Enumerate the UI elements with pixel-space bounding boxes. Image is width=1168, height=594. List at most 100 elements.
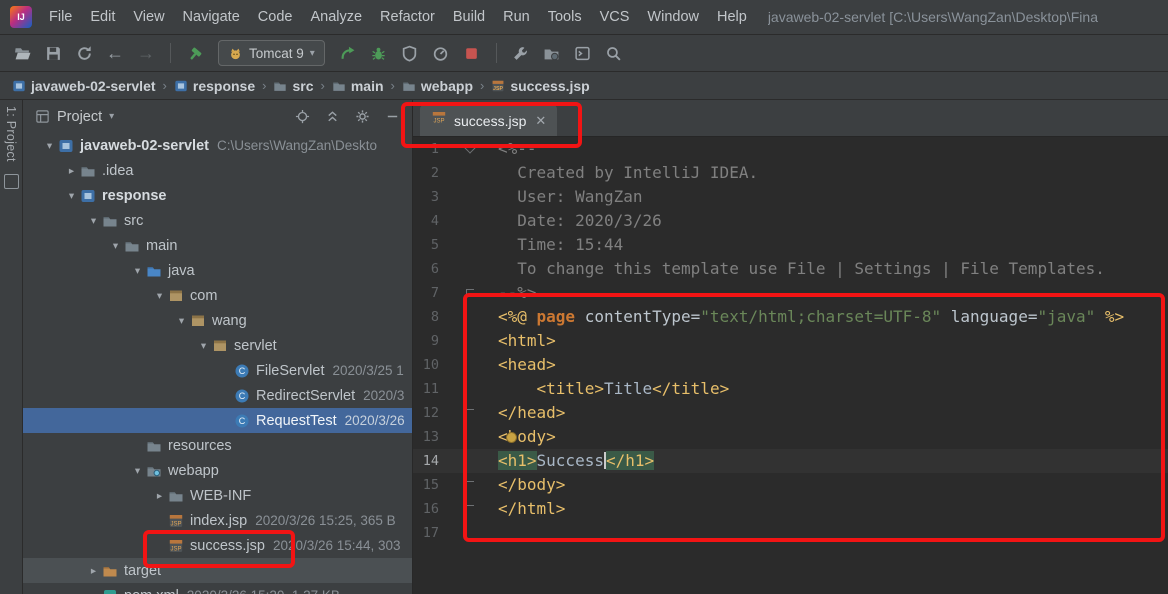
tree-expand-down-icon[interactable]: ▾ (107, 240, 124, 252)
fold-open-icon[interactable] (464, 142, 476, 154)
tree-item-target[interactable]: ▸ target (23, 558, 412, 583)
run-config-select[interactable]: Tomcat 9 ▾ (218, 40, 325, 66)
save-icon[interactable] (41, 41, 65, 65)
coverage-icon[interactable] (398, 41, 422, 65)
menu-item-code[interactable]: Code (249, 6, 302, 28)
stop-icon[interactable] (460, 41, 484, 65)
code-line-16[interactable]: 16 </html> (413, 497, 1168, 521)
code-line-15[interactable]: 15 </body> (413, 473, 1168, 497)
hide-panel-icon[interactable] (385, 109, 400, 124)
tree-expand-down-icon[interactable]: ▾ (151, 290, 168, 302)
breadcrumb-item-webapp[interactable]: webapp (402, 78, 473, 94)
tree-expand-right-icon[interactable]: ▸ (85, 565, 102, 577)
menu-item-file[interactable]: File (40, 6, 81, 28)
breadcrumb-item-success-jsp[interactable]: JSP success.jsp (491, 78, 590, 94)
tree-item-com[interactable]: ▾ com (23, 283, 412, 308)
collapse-all-icon[interactable] (325, 109, 340, 124)
menu-item-build[interactable]: Build (444, 6, 494, 28)
menu-item-navigate[interactable]: Navigate (174, 6, 249, 28)
tab-success-jsp[interactable]: JSP success.jsp ✕ (420, 105, 558, 136)
breadcrumb-item-response[interactable]: response (174, 78, 255, 94)
code-line-5[interactable]: 5 Time: 15:44 (413, 233, 1168, 257)
breadcrumb-item-javaweb-02-servlet[interactable]: javaweb-02-servlet (12, 78, 156, 94)
tree-item-web-inf[interactable]: ▸ WEB-INF (23, 483, 412, 508)
menu-item-vcs[interactable]: VCS (591, 6, 639, 28)
code-line-7[interactable]: 7 --%> (413, 281, 1168, 305)
code-line-10[interactable]: 10 <head> (413, 353, 1168, 377)
tree-item-src[interactable]: ▾ src (23, 208, 412, 233)
code-line-8[interactable]: 8 <%@ page contentType="text/html;charset… (413, 305, 1168, 329)
tree-expand-down-icon[interactable]: ▾ (195, 340, 212, 352)
close-icon[interactable]: ✕ (535, 113, 546, 129)
intention-bulb-icon[interactable] (506, 432, 517, 443)
code-line-14[interactable]: 14 <h1>Success </h1> (413, 449, 1168, 473)
tree-item-index-jsp[interactable]: JSP index.jsp 2020/3/26 15:25, 365 B (23, 508, 412, 533)
terminal-icon[interactable] (571, 41, 595, 65)
tree-expand-down-icon[interactable]: ▾ (63, 190, 80, 202)
tree-item-fileservlet[interactable]: C FileServlet 2020/3/25 1 (23, 358, 412, 383)
menu-item-window[interactable]: Window (638, 6, 708, 28)
debug-icon[interactable] (367, 41, 391, 65)
tree-expand-down-icon[interactable]: ▾ (85, 215, 102, 227)
menu-item-edit[interactable]: Edit (81, 6, 124, 28)
run-icon[interactable] (336, 41, 360, 65)
breadcrumb-item-main[interactable]: main (332, 78, 384, 94)
code-line-6[interactable]: 6 To change this template use File | Set… (413, 257, 1168, 281)
menu-item-view[interactable]: View (124, 6, 173, 28)
toolwindow-tab-project[interactable]: 1: Project (4, 103, 18, 165)
fold-end-icon[interactable] (466, 409, 474, 418)
search-icon[interactable] (602, 41, 626, 65)
wrench-icon[interactable] (509, 41, 533, 65)
menu-item-help[interactable]: Help (708, 6, 756, 28)
tree-item-resources[interactable]: resources (23, 433, 412, 458)
open-icon[interactable] (10, 41, 34, 65)
tree-item-pom-xml[interactable]: m pom.xml 2020/3/26 15:20, 1.27 KB (23, 583, 412, 594)
code-line-1[interactable]: 1 <%-- (413, 137, 1168, 161)
code-line-11[interactable]: 11 <title>Title</title> (413, 377, 1168, 401)
tree-expand-down-icon[interactable]: ▾ (129, 465, 146, 477)
chevron-down-icon[interactable]: ▾ (109, 111, 114, 122)
profiler-icon[interactable] (429, 41, 453, 65)
back-icon[interactable]: ← (103, 41, 127, 65)
tree-item-redirectservlet[interactable]: C RedirectServlet 2020/3 (23, 383, 412, 408)
tree-item-requesttest[interactable]: C RequestTest 2020/3/26 (23, 408, 412, 433)
gear-icon[interactable] (355, 109, 370, 124)
tree-item-webapp[interactable]: ▾ webapp (23, 458, 412, 483)
forward-icon[interactable]: → (134, 41, 158, 65)
code-line-4[interactable]: 4 Date: 2020/3/26 (413, 209, 1168, 233)
project-panel-title[interactable]: Project (57, 109, 102, 125)
tree-item-wang[interactable]: ▾ wang (23, 308, 412, 333)
tree-expand-down-icon[interactable]: ▾ (41, 140, 58, 152)
tree-item--idea[interactable]: ▸ .idea (23, 158, 412, 183)
menu-item-run[interactable]: Run (494, 6, 539, 28)
code-line-9[interactable]: 9 <html> (413, 329, 1168, 353)
fold-end-icon[interactable] (466, 481, 474, 490)
editor-code[interactable]: 1 <%-- 2 Created by IntelliJ IDEA. 3 User: … (413, 137, 1168, 594)
tree-expand-down-icon[interactable]: ▾ (173, 315, 190, 327)
breadcrumb-item-src[interactable]: src (273, 78, 314, 94)
code-line-13[interactable]: 13 <body> (413, 425, 1168, 449)
tree-item-java[interactable]: ▾ java (23, 258, 412, 283)
tree-item-success-jsp[interactable]: JSP success.jsp 2020/3/26 15:44, 303 (23, 533, 412, 558)
code-line-12[interactable]: 12 </head> (413, 401, 1168, 425)
code-line-2[interactable]: 2 Created by IntelliJ IDEA. (413, 161, 1168, 185)
tree-item-main[interactable]: ▾ main (23, 233, 412, 258)
tree-expand-right-icon[interactable]: ▸ (63, 165, 80, 177)
tree-item-response[interactable]: ▾ response (23, 183, 412, 208)
fold-end-icon[interactable] (466, 289, 474, 298)
sync-icon[interactable] (72, 41, 96, 65)
code-line-17[interactable]: 17 (413, 521, 1168, 545)
fold-end-icon[interactable] (466, 505, 474, 514)
tree-expand-right-icon[interactable]: ▸ (151, 490, 168, 502)
tree-expand-down-icon[interactable]: ▾ (129, 265, 146, 277)
menu-item-refactor[interactable]: Refactor (371, 6, 444, 28)
project-structure-icon[interactable] (540, 41, 564, 65)
build-hammer-icon[interactable] (183, 41, 207, 65)
code-line-3[interactable]: 3 User: WangZan (413, 185, 1168, 209)
tree-item-servlet[interactable]: ▾ servlet (23, 333, 412, 358)
menu-item-analyze[interactable]: Analyze (301, 6, 371, 28)
menu-item-tools[interactable]: Tools (539, 6, 591, 28)
tree-item-javaweb-02-servlet[interactable]: ▾ javaweb-02-servlet C:\Users\WangZan\Desk… (23, 133, 412, 158)
project-toolwindow-icon[interactable] (3, 173, 19, 189)
locate-file-icon[interactable] (295, 109, 310, 124)
